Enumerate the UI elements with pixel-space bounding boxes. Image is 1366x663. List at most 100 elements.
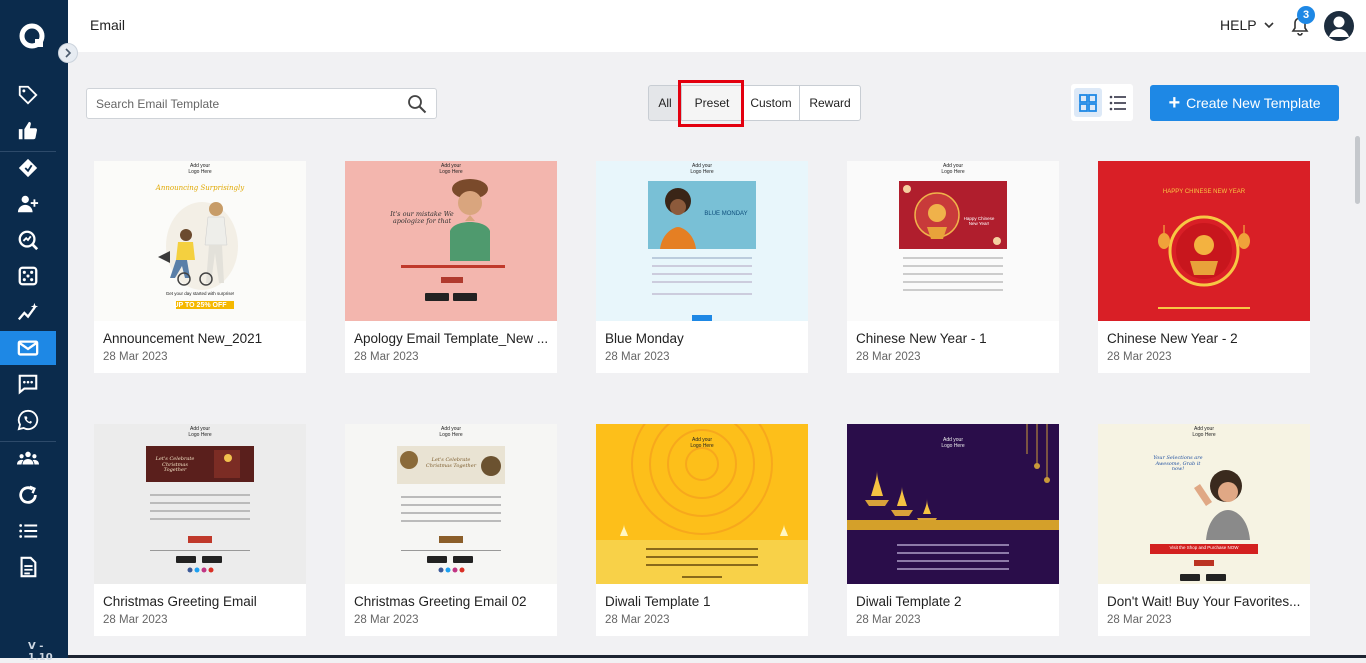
sidebar-item-sms[interactable]: [0, 367, 56, 401]
template-date: 28 Mar 2023: [605, 351, 670, 363]
cny-greeting-text: Happy Chinese New Year!: [963, 216, 995, 226]
blue-monday-text: BLUE MONDAY: [704, 211, 748, 217]
template-date: 28 Mar 2023: [103, 614, 168, 626]
template-title: Diwali Template 1: [605, 594, 711, 609]
template-date: 28 Mar 2023: [856, 614, 921, 626]
tag-icon: [18, 85, 38, 105]
template-title: Christmas Greeting Email 02: [354, 594, 527, 609]
cny-banner-text: HAPPY CHINESE NEW YEAR: [1162, 189, 1246, 195]
sidebar-item-feedback[interactable]: [0, 114, 56, 148]
page-title: Email: [90, 17, 126, 33]
sale-illustration: [1150, 470, 1258, 581]
sidebar-item-reports[interactable]: [0, 550, 56, 584]
logo-placeholder-text: Add your Logo Here: [1192, 426, 1216, 438]
sidebar-item-tags[interactable]: [0, 78, 56, 112]
logo-placeholder-text: Add your Logo Here: [941, 163, 965, 175]
sidebar-item-audience[interactable]: [0, 442, 56, 476]
announcing-text: Announcing Surprisingly: [155, 184, 245, 192]
template-card[interactable]: Add your Logo Here Let's Celebrate Chris…: [94, 424, 306, 636]
template-thumbnail: Add your Logo Here Announcing Surprising…: [94, 161, 306, 321]
plus-icon: +: [1168, 92, 1181, 114]
template-card[interactable]: Add your Logo Here Announcing Surprising…: [94, 161, 306, 373]
template-card[interactable]: Add your Logo Here Diwali Template 1 28 …: [596, 424, 808, 636]
template-card[interactable]: Add your Logo Here Let's Celebrate Chris…: [345, 424, 557, 636]
filter-custom-button[interactable]: Custom: [742, 85, 800, 121]
filter-preset-button[interactable]: Preset: [681, 85, 743, 121]
template-thumbnail: Add your Logo Here: [847, 424, 1059, 584]
template-thumbnail: Add your Logo Here BLUE MONDAY: [596, 161, 808, 321]
group-icon: [17, 451, 39, 465]
template-thumbnail: Add your Logo Here It's our mistake We a…: [345, 161, 557, 321]
help-label: HELP: [1220, 17, 1257, 33]
list-view-button[interactable]: [1104, 88, 1132, 117]
apology-illustration: [401, 179, 505, 301]
filter-all-button[interactable]: All: [648, 85, 682, 121]
template-card[interactable]: Add your Logo Here Diwali Template 2 28 …: [847, 424, 1059, 636]
template-date: 28 Mar 2023: [354, 351, 419, 363]
christmas-illustration: [146, 446, 254, 573]
search-icon[interactable]: [407, 94, 427, 114]
filter-reward-button[interactable]: Reward: [799, 85, 861, 121]
logo-placeholder-text: Add your Logo Here: [188, 426, 212, 438]
list-icon: [19, 524, 38, 538]
user-icon: [1325, 12, 1353, 40]
coupon-icon: [18, 158, 38, 178]
sidebar-item-coupons[interactable]: [0, 151, 56, 185]
template-filter-group: All Preset Custom Reward: [648, 85, 861, 121]
sidebar-item-insights[interactable]: [0, 295, 56, 329]
template-card[interactable]: Add your Logo Here Your Selections are A…: [1098, 424, 1310, 636]
template-title: Blue Monday: [605, 331, 684, 346]
thumbs-up-icon: [18, 121, 38, 140]
tagline-text: Get your day started with surprise!: [165, 291, 235, 296]
sale-heading-text: Your Selections are Awesome, Grab it now…: [1153, 455, 1203, 472]
sidebar-item-analytics[interactable]: [0, 223, 56, 257]
whatsapp-icon: [17, 409, 39, 431]
sidebar-item-lists[interactable]: [0, 514, 56, 548]
sidebar-item-whatsapp[interactable]: [0, 403, 56, 437]
template-date: 28 Mar 2023: [1107, 351, 1172, 363]
page-scrollbar[interactable]: [1355, 136, 1360, 204]
notification-badge: 3: [1297, 6, 1315, 24]
app-logo[interactable]: [18, 22, 46, 50]
top-bar: Email HELP 3: [68, 0, 1366, 52]
sidebar-item-referrals[interactable]: [0, 187, 56, 221]
template-title: Chinese New Year - 2: [1107, 331, 1238, 346]
template-card[interactable]: Add your Logo Here BLUE MONDAY Blue Mond…: [596, 161, 808, 373]
avatar[interactable]: [1324, 11, 1354, 41]
list-view-icon: [1109, 95, 1126, 110]
template-thumbnail: Add your Logo Here Happy Chinese New Yea…: [847, 161, 1059, 321]
template-card[interactable]: HAPPY CHINESE NEW YEAR Chinese New Year …: [1098, 161, 1310, 373]
create-new-template-button[interactable]: + Create New Template: [1150, 85, 1339, 121]
document-icon: [20, 556, 37, 578]
template-date: 28 Mar 2023: [605, 614, 670, 626]
template-thumbnail: Add your Logo Here: [596, 424, 808, 584]
sidebar-item-email[interactable]: [0, 331, 56, 365]
template-card[interactable]: Add your Logo Here Happy Chinese New Yea…: [847, 161, 1059, 373]
template-date: 28 Mar 2023: [856, 351, 921, 363]
template-card[interactable]: Add your Logo Here It's our mistake We a…: [345, 161, 557, 373]
template-title: Don't Wait! Buy Your Favorites...: [1107, 594, 1301, 609]
sidebar-expand-button[interactable]: [58, 43, 78, 63]
sidebar-item-integrations[interactable]: [0, 478, 56, 512]
sidebar-item-games[interactable]: [0, 259, 56, 293]
visit-shop-text: Visit the Shop and Purchase NOW: [1169, 545, 1239, 550]
view-toggle: [1071, 84, 1133, 121]
search-input[interactable]: [96, 95, 396, 113]
logo-placeholder-text: Add your Logo Here: [188, 163, 212, 175]
template-title: Apology Email Template_New ...: [354, 331, 549, 346]
version-label: V - 1.10: [28, 641, 53, 663]
template-title: Chinese New Year - 1: [856, 331, 987, 346]
logo-placeholder-text: Add your Logo Here: [439, 163, 463, 175]
sidebar: V - 1.10: [0, 0, 68, 663]
template-title: Diwali Template 2: [856, 594, 962, 609]
help-menu[interactable]: HELP: [1220, 17, 1275, 33]
template-title: Announcement New_2021: [103, 331, 263, 346]
create-button-label: Create New Template: [1186, 95, 1321, 111]
grid-view-button[interactable]: [1074, 88, 1102, 117]
grid-icon: [1079, 93, 1097, 112]
dice-icon: [18, 266, 38, 286]
search-analytics-icon: [18, 230, 39, 251]
template-date: 28 Mar 2023: [1107, 614, 1172, 626]
celebrate-text: Let's Celebrate Christmas Together: [425, 457, 477, 469]
template-thumbnail: Add your Logo Here Let's Celebrate Chris…: [345, 424, 557, 584]
